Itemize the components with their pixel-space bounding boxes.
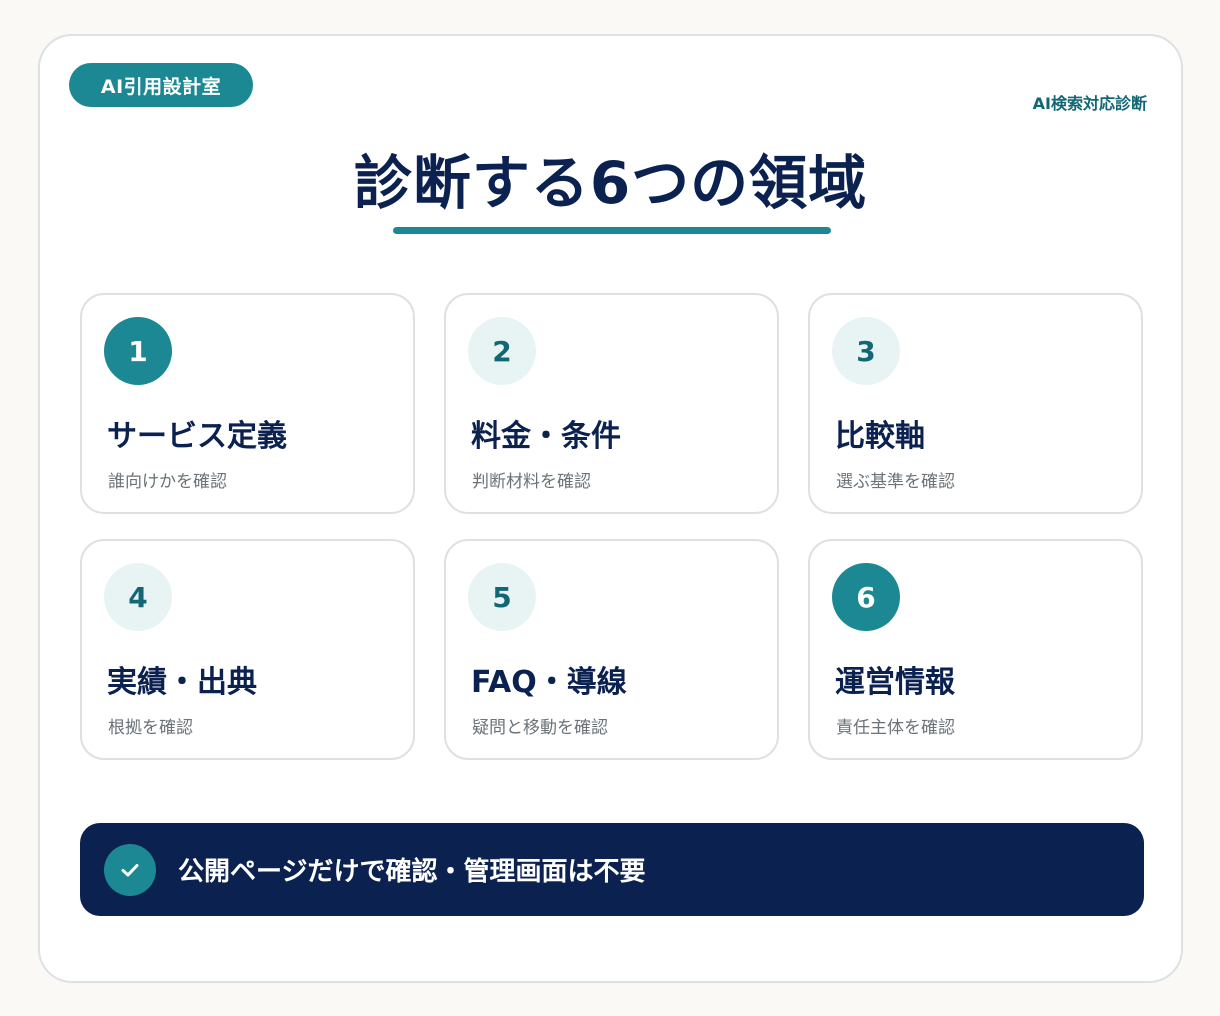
area-title: 料金・条件 — [471, 419, 621, 454]
area-number-badge: 3 — [832, 317, 900, 385]
area-description: 判断材料を確認 — [472, 472, 591, 492]
area-card-6: 6 運営情報 責任主体を確認 — [808, 539, 1143, 760]
check-icon — [104, 844, 156, 896]
area-card-2: 2 料金・条件 判断材料を確認 — [444, 293, 779, 514]
banner-text: 公開ページだけで確認・管理画面は不要 — [178, 857, 646, 887]
area-title: FAQ・導線 — [471, 665, 627, 700]
area-description: 責任主体を確認 — [836, 718, 955, 738]
brand-badge: AI引用設計室 — [69, 63, 253, 107]
area-card-1: 1 サービス定義 誰向けかを確認 — [80, 293, 415, 514]
diagnosis-card: AI引用設計室 AI検索対応診断 診断する6つの領域 1 サービス定義 誰向けか… — [38, 34, 1183, 983]
area-description: 疑問と移動を確認 — [472, 718, 608, 738]
area-number-badge: 5 — [468, 563, 536, 631]
note-banner: 公開ページだけで確認・管理画面は不要 — [80, 823, 1144, 916]
page-title: 診断する6つの領域 — [353, 149, 868, 217]
area-title: 運営情報 — [835, 665, 955, 700]
area-title: サービス定義 — [107, 419, 287, 454]
service-tag: AI検索対応診断 — [1032, 94, 1147, 113]
area-number-badge: 6 — [832, 563, 900, 631]
area-description: 誰向けかを確認 — [108, 472, 227, 492]
area-number-badge: 2 — [468, 317, 536, 385]
area-number-badge: 4 — [104, 563, 172, 631]
title-underline — [393, 227, 831, 234]
area-description: 根拠を確認 — [108, 718, 193, 738]
area-card-4: 4 実績・出典 根拠を確認 — [80, 539, 415, 760]
area-title: 実績・出典 — [107, 665, 257, 700]
area-description: 選ぶ基準を確認 — [836, 472, 955, 492]
area-card-3: 3 比較軸 選ぶ基準を確認 — [808, 293, 1143, 514]
area-card-5: 5 FAQ・導線 疑問と移動を確認 — [444, 539, 779, 760]
area-title: 比較軸 — [835, 419, 925, 454]
area-number-badge: 1 — [104, 317, 172, 385]
